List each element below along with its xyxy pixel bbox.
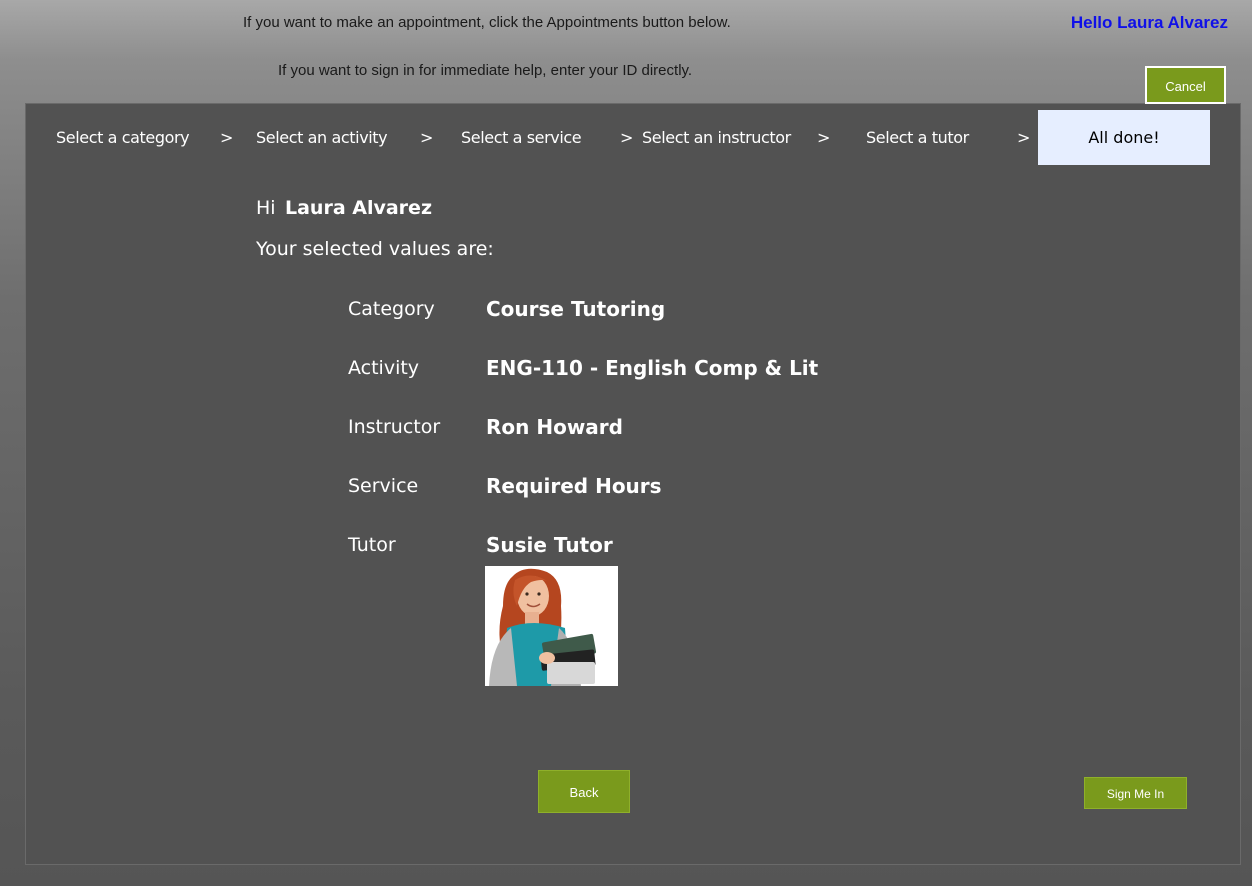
appointment-instructions: If you want to make an appointment, clic… xyxy=(243,14,731,31)
instructor-value: Ron Howard xyxy=(486,415,623,439)
breadcrumb-separator: > xyxy=(1017,128,1031,147)
step-select-tutor[interactable]: Select a tutor xyxy=(866,128,969,147)
breadcrumb-separator: > xyxy=(817,128,831,147)
tutor-photo xyxy=(485,566,618,686)
back-button[interactable]: Back xyxy=(538,770,630,813)
step-select-instructor[interactable]: Select an instructor xyxy=(642,128,791,147)
breadcrumb-separator: > xyxy=(420,128,434,147)
service-label: Service xyxy=(348,475,419,497)
activity-value: ENG-110 - English Comp & Lit xyxy=(486,356,819,380)
activity-label: Activity xyxy=(348,357,420,379)
step-select-category[interactable]: Select a category xyxy=(56,128,190,147)
tutor-value: Susie Tutor xyxy=(486,533,613,557)
step-select-activity[interactable]: Select an activity xyxy=(256,128,388,147)
user-greeting: Hello Laura Alvarez xyxy=(1070,13,1228,32)
step-all-done: All done! xyxy=(1038,110,1210,165)
instructor-label: Instructor xyxy=(348,416,441,438)
hi-label: Hi xyxy=(256,197,276,219)
tutor-portrait-image xyxy=(485,566,618,686)
selected-values-intro: Your selected values are: xyxy=(256,238,494,260)
category-label: Category xyxy=(348,298,435,320)
breadcrumb-separator: > xyxy=(220,128,234,147)
service-value: Required Hours xyxy=(486,474,662,498)
step-select-service[interactable]: Select a service xyxy=(461,128,582,147)
breadcrumb-separator: > xyxy=(620,128,634,147)
tutor-label: Tutor xyxy=(348,534,396,556)
student-name: Laura Alvarez xyxy=(285,197,432,219)
signin-instructions: If you want to sign in for immediate hel… xyxy=(278,62,693,79)
category-value: Course Tutoring xyxy=(486,297,666,321)
cancel-button[interactable]: Cancel xyxy=(1145,66,1226,104)
sign-me-in-button[interactable]: Sign Me In xyxy=(1084,777,1187,809)
